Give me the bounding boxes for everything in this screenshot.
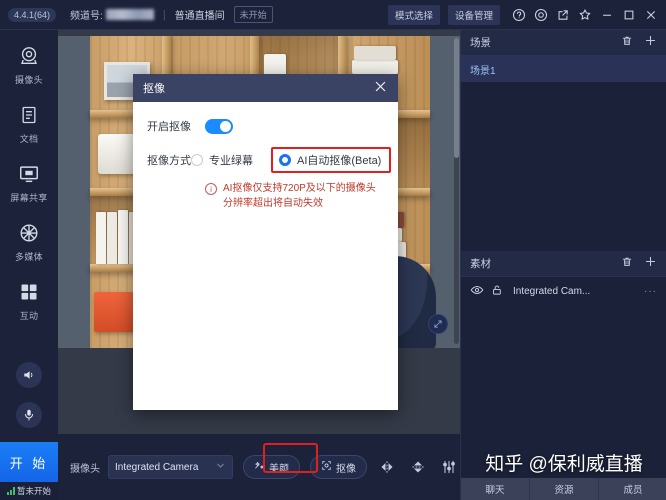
- microphone-icon[interactable]: [16, 402, 42, 428]
- resize-handle[interactable]: [428, 314, 448, 334]
- watermark-text: 知乎 @保利威直播: [485, 454, 643, 475]
- camera-icon: [16, 43, 42, 69]
- radio-ai-keying-highlight: AI自动抠像(Beta): [271, 147, 392, 173]
- keying-mode-label: 抠像方式: [147, 155, 191, 167]
- sidebar-label-screen-share: 屏幕共享: [10, 193, 48, 203]
- radio-ai-keying[interactable]: AI自动抠像(Beta): [279, 152, 381, 168]
- keying-dialog-header: 抠像: [133, 74, 398, 102]
- sidebar-label-camera: 摄像头: [15, 75, 43, 85]
- asset-name: Integrated Cam...: [513, 285, 591, 297]
- keying-warning: i AI抠像仅支持720P及以下的摄像头分辨率超出将自动失效: [147, 182, 384, 211]
- sidebar-status-bar: 暂未开始: [0, 482, 58, 500]
- titlebar-separator: |: [162, 8, 166, 21]
- keying-warning-text: AI抠像仅支持720P及以下的摄像头分辨率超出将自动失效: [223, 183, 376, 209]
- flip-horizontal-icon[interactable]: [376, 455, 398, 479]
- sidebar-item-multimedia[interactable]: 多媒体: [0, 207, 58, 266]
- scene-list-item[interactable]: 场景1: [461, 56, 666, 82]
- scene-panel-header: 场景: [461, 30, 666, 56]
- right-panel: 场景 场景1 素材 Integrated Cam... ··· 知乎 @保利威直…: [460, 30, 666, 500]
- keying-dialog: 抠像 开启抠像 抠像方式 专业绿幕 AI自动抠像(Beta) i AI抠像仅支持…: [133, 74, 398, 410]
- minimize-icon[interactable]: [596, 2, 618, 28]
- keying-dialog-title: 抠像: [143, 83, 165, 95]
- scene-panel-actions: [621, 34, 657, 52]
- camera-select-value: Integrated Camera: [115, 461, 199, 473]
- sidebar-item-camera[interactable]: 摄像头: [0, 30, 58, 89]
- flip-vertical-icon[interactable]: [407, 455, 429, 479]
- asset-list: Integrated Cam... ···: [461, 277, 666, 437]
- maximize-icon[interactable]: [618, 2, 640, 28]
- keying-label: 抠像: [335, 463, 356, 475]
- enable-keying-toggle[interactable]: [205, 118, 233, 134]
- radio-dot: [191, 154, 203, 166]
- radio-green-screen-label: 专业绿幕: [209, 155, 253, 167]
- close-icon[interactable]: [373, 79, 388, 98]
- multimedia-icon: [16, 220, 42, 246]
- keying-icon: [321, 460, 332, 474]
- enable-keying-row: 开启抠像: [147, 118, 384, 134]
- close-icon[interactable]: [640, 2, 662, 28]
- tab-chat[interactable]: 聊天: [461, 478, 530, 500]
- radio-ai-keying-label: AI自动抠像(Beta): [297, 155, 382, 167]
- document-icon: [16, 102, 42, 128]
- keying-dialog-body: 开启抠像 抠像方式 专业绿幕 AI自动抠像(Beta) i AI抠像仅支持720…: [133, 102, 398, 211]
- asset-panel-title: 素材: [470, 258, 491, 270]
- beauty-button[interactable]: 美颜: [242, 455, 300, 479]
- adjust-sliders-icon[interactable]: [438, 455, 460, 479]
- speaker-icon[interactable]: [16, 362, 42, 388]
- interaction-icon: [16, 279, 42, 305]
- plus-icon[interactable]: [644, 255, 657, 273]
- device-manage-button[interactable]: 设备管理: [447, 4, 500, 25]
- share-icon[interactable]: [552, 2, 574, 28]
- beauty-label: 美颜: [268, 463, 289, 475]
- chevron-down-icon: [215, 460, 226, 474]
- mode-select-button[interactable]: 模式选择: [387, 4, 440, 25]
- screen-share-icon: [16, 161, 42, 187]
- sidebar-item-screen-share[interactable]: 屏幕共享: [0, 148, 58, 207]
- camera-source-label: 摄像头: [70, 463, 100, 475]
- stage-scrollbar[interactable]: [454, 38, 459, 344]
- signal-icon: [6, 487, 15, 495]
- help-icon[interactable]: [508, 2, 530, 28]
- asset-panel-header: 素材: [461, 251, 666, 277]
- tab-members[interactable]: 成员: [599, 478, 666, 500]
- pin-icon[interactable]: [574, 2, 596, 28]
- trash-icon[interactable]: [621, 34, 633, 52]
- version-badge: 4.4.1(64): [8, 7, 57, 22]
- keying-mode-row: 抠像方式 专业绿幕 AI自动抠像(Beta): [147, 147, 392, 173]
- start-live-button[interactable]: 开 始: [0, 442, 58, 482]
- tab-resources[interactable]: 资源: [530, 478, 599, 500]
- scene-list: 场景1: [461, 56, 666, 251]
- eye-icon[interactable]: [470, 283, 484, 300]
- sidebar-label-document: 文档: [19, 134, 39, 144]
- titlebar-actions: 模式选择 设备管理: [387, 2, 666, 28]
- keying-button[interactable]: 抠像: [309, 455, 367, 479]
- target-icon[interactable]: [530, 2, 552, 28]
- sidebar-label-multimedia: 多媒体: [15, 252, 43, 262]
- sidebar-item-interaction[interactable]: 互动: [0, 266, 58, 325]
- scene-panel-title: 场景: [470, 37, 491, 49]
- sidebar-item-document[interactable]: 文档: [0, 89, 58, 148]
- room-type-label: 普通直播间: [174, 11, 225, 22]
- camera-select[interactable]: Integrated Camera: [108, 455, 233, 479]
- asset-panel-actions: [621, 255, 657, 273]
- title-bar: 4.4.1(64) 频道号: | 普通直播间 未开始 模式选择 设备管理: [0, 0, 666, 30]
- plus-icon[interactable]: [644, 34, 657, 52]
- left-sidebar: 摄像头 文档 屏幕共享 多媒体 互动 开 始 暂未开始: [0, 30, 58, 500]
- info-icon: i: [205, 183, 217, 195]
- sidebar-label-interaction: 互动: [19, 311, 39, 321]
- enable-keying-label: 开启抠像: [147, 121, 191, 133]
- trash-icon[interactable]: [621, 255, 633, 273]
- radio-dot-selected: [279, 154, 291, 166]
- asset-more-icon[interactable]: ···: [644, 286, 657, 297]
- live-status-badge: 未开始: [233, 6, 273, 23]
- sparkle-icon: [254, 460, 265, 474]
- asset-list-item[interactable]: Integrated Cam... ···: [461, 277, 666, 305]
- radio-green-screen[interactable]: 专业绿幕: [191, 152, 253, 168]
- unlock-icon[interactable]: [491, 284, 503, 299]
- sidebar-status-text: 暂未开始: [16, 486, 51, 496]
- right-panel-tabs: 聊天 资源 成员: [461, 478, 666, 500]
- camera-toolbar: 摄像头 Integrated Camera 美颜 抠像: [58, 434, 460, 500]
- channel-value-masked: [105, 9, 154, 20]
- channel-label: 频道号:: [70, 11, 103, 22]
